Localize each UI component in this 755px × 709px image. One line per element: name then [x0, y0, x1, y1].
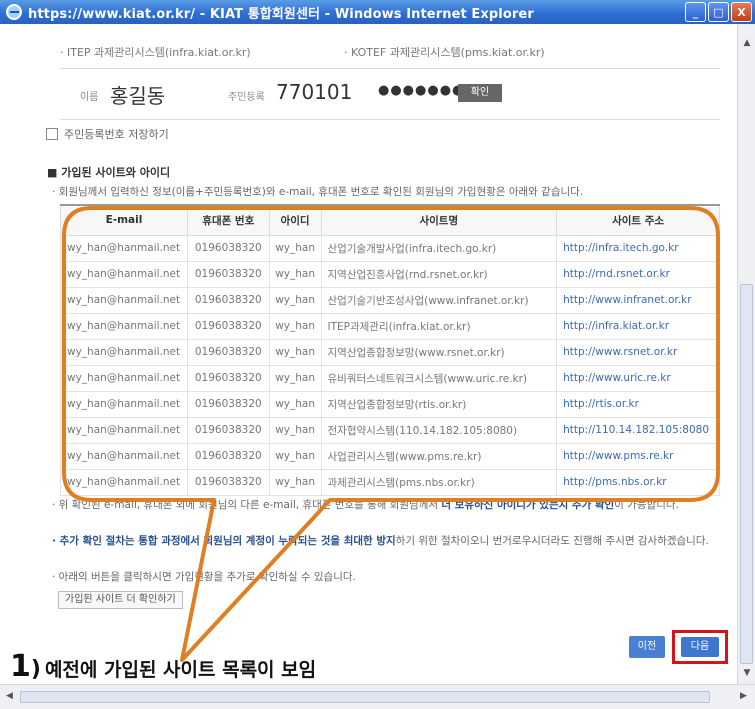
vertical-scroll-thumb[interactable] — [740, 284, 753, 664]
scroll-down-icon[interactable]: ▼ — [741, 668, 753, 680]
horizontal-scroll-thumb[interactable] — [20, 691, 710, 703]
internet-explorer-icon — [6, 4, 22, 20]
window-title: https://www.kiat.or.kr/ - KIAT 통합회원센터 - … — [28, 6, 534, 22]
page-content: · ITEP 과제관리시스템(infra.kiat.or.kr) · KOTEF… — [0, 24, 737, 684]
scroll-up-icon[interactable]: ▲ — [741, 38, 753, 50]
vertical-scrollbar[interactable]: ▲ ▼ — [737, 24, 755, 684]
scroll-left-icon[interactable]: ◀ — [6, 691, 13, 701]
minimize-button[interactable]: _ — [685, 2, 706, 22]
highlight-outline — [62, 206, 720, 662]
window-controls: _ □ X — [685, 2, 752, 22]
highlight-callout — [62, 206, 720, 662]
window-titlebar: https://www.kiat.or.kr/ - KIAT 통합회원센터 - … — [0, 0, 755, 24]
horizontal-scrollbar[interactable]: ◀ ▶ — [0, 684, 755, 709]
scroll-right-icon[interactable]: ▶ — [740, 691, 747, 701]
maximize-button[interactable]: □ — [708, 2, 729, 22]
close-button[interactable]: X — [731, 2, 752, 22]
